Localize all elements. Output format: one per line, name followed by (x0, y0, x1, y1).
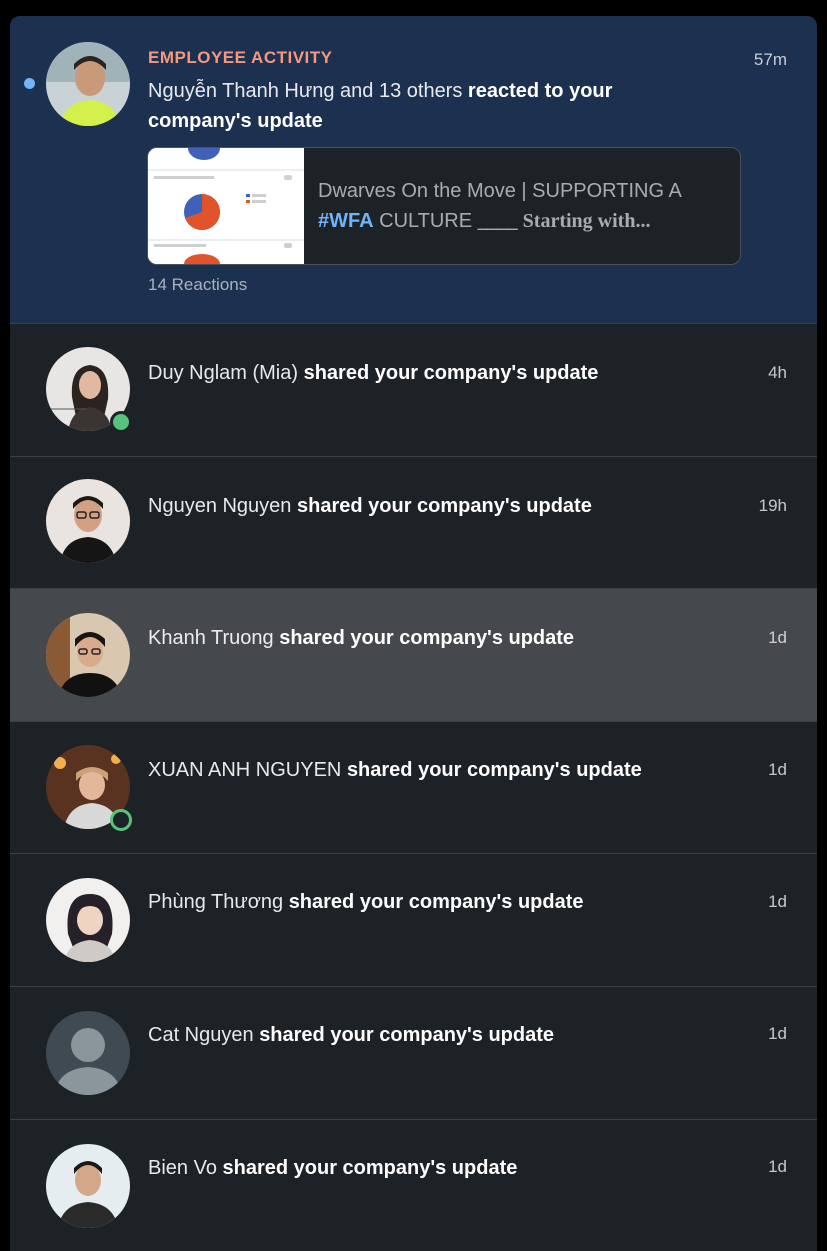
reactions-count[interactable]: 14 Reactions (148, 275, 247, 295)
actor-name: Nguyễn Thanh Hưng and 13 others (148, 80, 463, 102)
action-text: shared your company's update (288, 891, 584, 913)
avatar[interactable] (46, 479, 130, 563)
person-photo-icon (46, 878, 130, 962)
action-text: shared your company's update (259, 1024, 555, 1046)
notification-message: Nguyễn Thanh Hưng and 13 others reacted … (148, 76, 708, 136)
actor-name: Khanh Truong (148, 627, 274, 649)
actor-name: Nguyen Nguyen (148, 495, 292, 517)
notification-item[interactable]: Nguyen Nguyen shared your company's upda… (10, 457, 817, 589)
person-photo-icon (46, 479, 130, 563)
notification-message: Duy Nglam (Mia) shared your company's up… (148, 358, 708, 388)
notification-item[interactable]: Cat Nguyen shared your company's update … (10, 987, 817, 1120)
avatar[interactable] (46, 878, 130, 962)
actor-name: Phùng Thương (148, 891, 284, 913)
shared-post-card[interactable]: Dwarves On the Move | SUPPORTING A #WFA … (147, 147, 741, 265)
action-text: shared your company's update (222, 1157, 518, 1179)
post-preview-text: Dwarves On the Move | SUPPORTING A #WFA … (318, 176, 728, 236)
action-text: reacted to your (467, 80, 613, 102)
notification-item[interactable]: Bien Vo shared your company's update 1d (10, 1120, 817, 1251)
post-hashtag[interactable]: #WFA (318, 210, 374, 232)
notifications-panel: EMPLOYEE ACTIVITY 57m Nguyễn Thanh Hưng … (10, 16, 817, 1251)
notification-time: 1d (768, 1024, 787, 1043)
post-title: Dwarves On the Move | SUPPORTING A (318, 180, 682, 202)
actor-name: Duy Nglam (Mia) (148, 362, 299, 384)
notification-message: XUAN ANH NGUYEN shared your company's up… (148, 755, 708, 785)
notification-message: Nguyen Nguyen shared your company's upda… (148, 491, 708, 521)
avatar[interactable] (46, 42, 130, 126)
notification-employee-activity[interactable]: EMPLOYEE ACTIVITY 57m Nguyễn Thanh Hưng … (10, 16, 817, 324)
presence-online-indicator (110, 411, 132, 433)
post-thumbnail (148, 148, 304, 264)
notification-message: Phùng Thương shared your company's updat… (148, 887, 708, 917)
notification-item[interactable]: Phùng Thương shared your company's updat… (10, 854, 817, 987)
avatar[interactable] (46, 1011, 130, 1095)
notification-time: 4h (768, 363, 787, 382)
notification-time: 57m (753, 50, 787, 69)
notification-item[interactable]: Khanh Truong shared your company's updat… (10, 589, 817, 722)
notification-category: EMPLOYEE ACTIVITY (148, 48, 333, 67)
action-text-continued: company's update (148, 110, 323, 132)
post-text-serif: ____ Starting with... (477, 210, 651, 232)
notification-time: 1d (768, 1157, 787, 1176)
notification-item[interactable]: Duy Nglam (Mia) shared your company's up… (10, 324, 817, 457)
notification-time: 1d (768, 892, 787, 911)
action-text: shared your company's update (279, 627, 575, 649)
actor-name: XUAN ANH NGUYEN (148, 759, 342, 781)
action-text: shared your company's update (297, 495, 592, 517)
notification-message: Khanh Truong shared your company's updat… (148, 623, 708, 653)
notification-message: Cat Nguyen shared your company's update (148, 1020, 708, 1050)
notification-time: 19h (758, 496, 787, 515)
presence-away-indicator (110, 809, 132, 831)
actor-name: Cat Nguyen (148, 1024, 254, 1046)
actor-name: Bien Vo (148, 1157, 217, 1179)
default-person-icon (46, 1011, 130, 1095)
avatar[interactable] (46, 1144, 130, 1228)
notification-message: Bien Vo shared your company's update (148, 1153, 708, 1183)
notification-time: 1d (768, 760, 787, 779)
person-photo-icon (46, 42, 130, 126)
person-photo-icon (46, 1144, 130, 1228)
person-photo-icon (46, 613, 130, 697)
post-text-tail: CULTURE (379, 210, 473, 232)
survey-chart-thumbnail-icon (148, 148, 304, 264)
avatar[interactable] (46, 613, 130, 697)
unread-indicator-dot (24, 78, 35, 89)
action-text: shared your company's update (303, 362, 599, 384)
action-text: shared your company's update (346, 759, 642, 781)
notification-time: 1d (768, 628, 787, 647)
notification-item[interactable]: XUAN ANH NGUYEN shared your company's up… (10, 722, 817, 854)
